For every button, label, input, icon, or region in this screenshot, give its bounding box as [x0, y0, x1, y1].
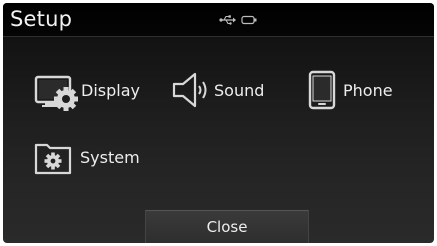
- menu-item-label: Phone: [343, 81, 393, 100]
- phone-icon: [306, 69, 340, 117]
- menu-item-label: Sound: [214, 81, 265, 100]
- menu-item-phone[interactable]: Phone: [306, 69, 401, 113]
- system-folder-gear-icon: [34, 140, 74, 180]
- title-bar: Setup: [3, 3, 434, 37]
- menu-item-label: System: [80, 148, 140, 167]
- speaker-icon: [171, 69, 213, 117]
- page-title: Setup: [10, 7, 73, 31]
- menu-item-display[interactable]: Display: [34, 69, 149, 113]
- setup-screen: Setup Display Sound Phone System Close: [3, 3, 434, 243]
- battery-icon: [241, 15, 257, 25]
- close-button-label: Close: [206, 218, 248, 236]
- display-settings-icon: [34, 69, 78, 117]
- usb-icon: [219, 15, 236, 25]
- menu-item-system[interactable]: System: [34, 140, 144, 184]
- menu-item-sound[interactable]: Sound: [171, 69, 273, 113]
- menu-item-label: Display: [81, 81, 140, 100]
- close-button[interactable]: Close: [145, 210, 309, 243]
- status-icons: [219, 13, 259, 27]
